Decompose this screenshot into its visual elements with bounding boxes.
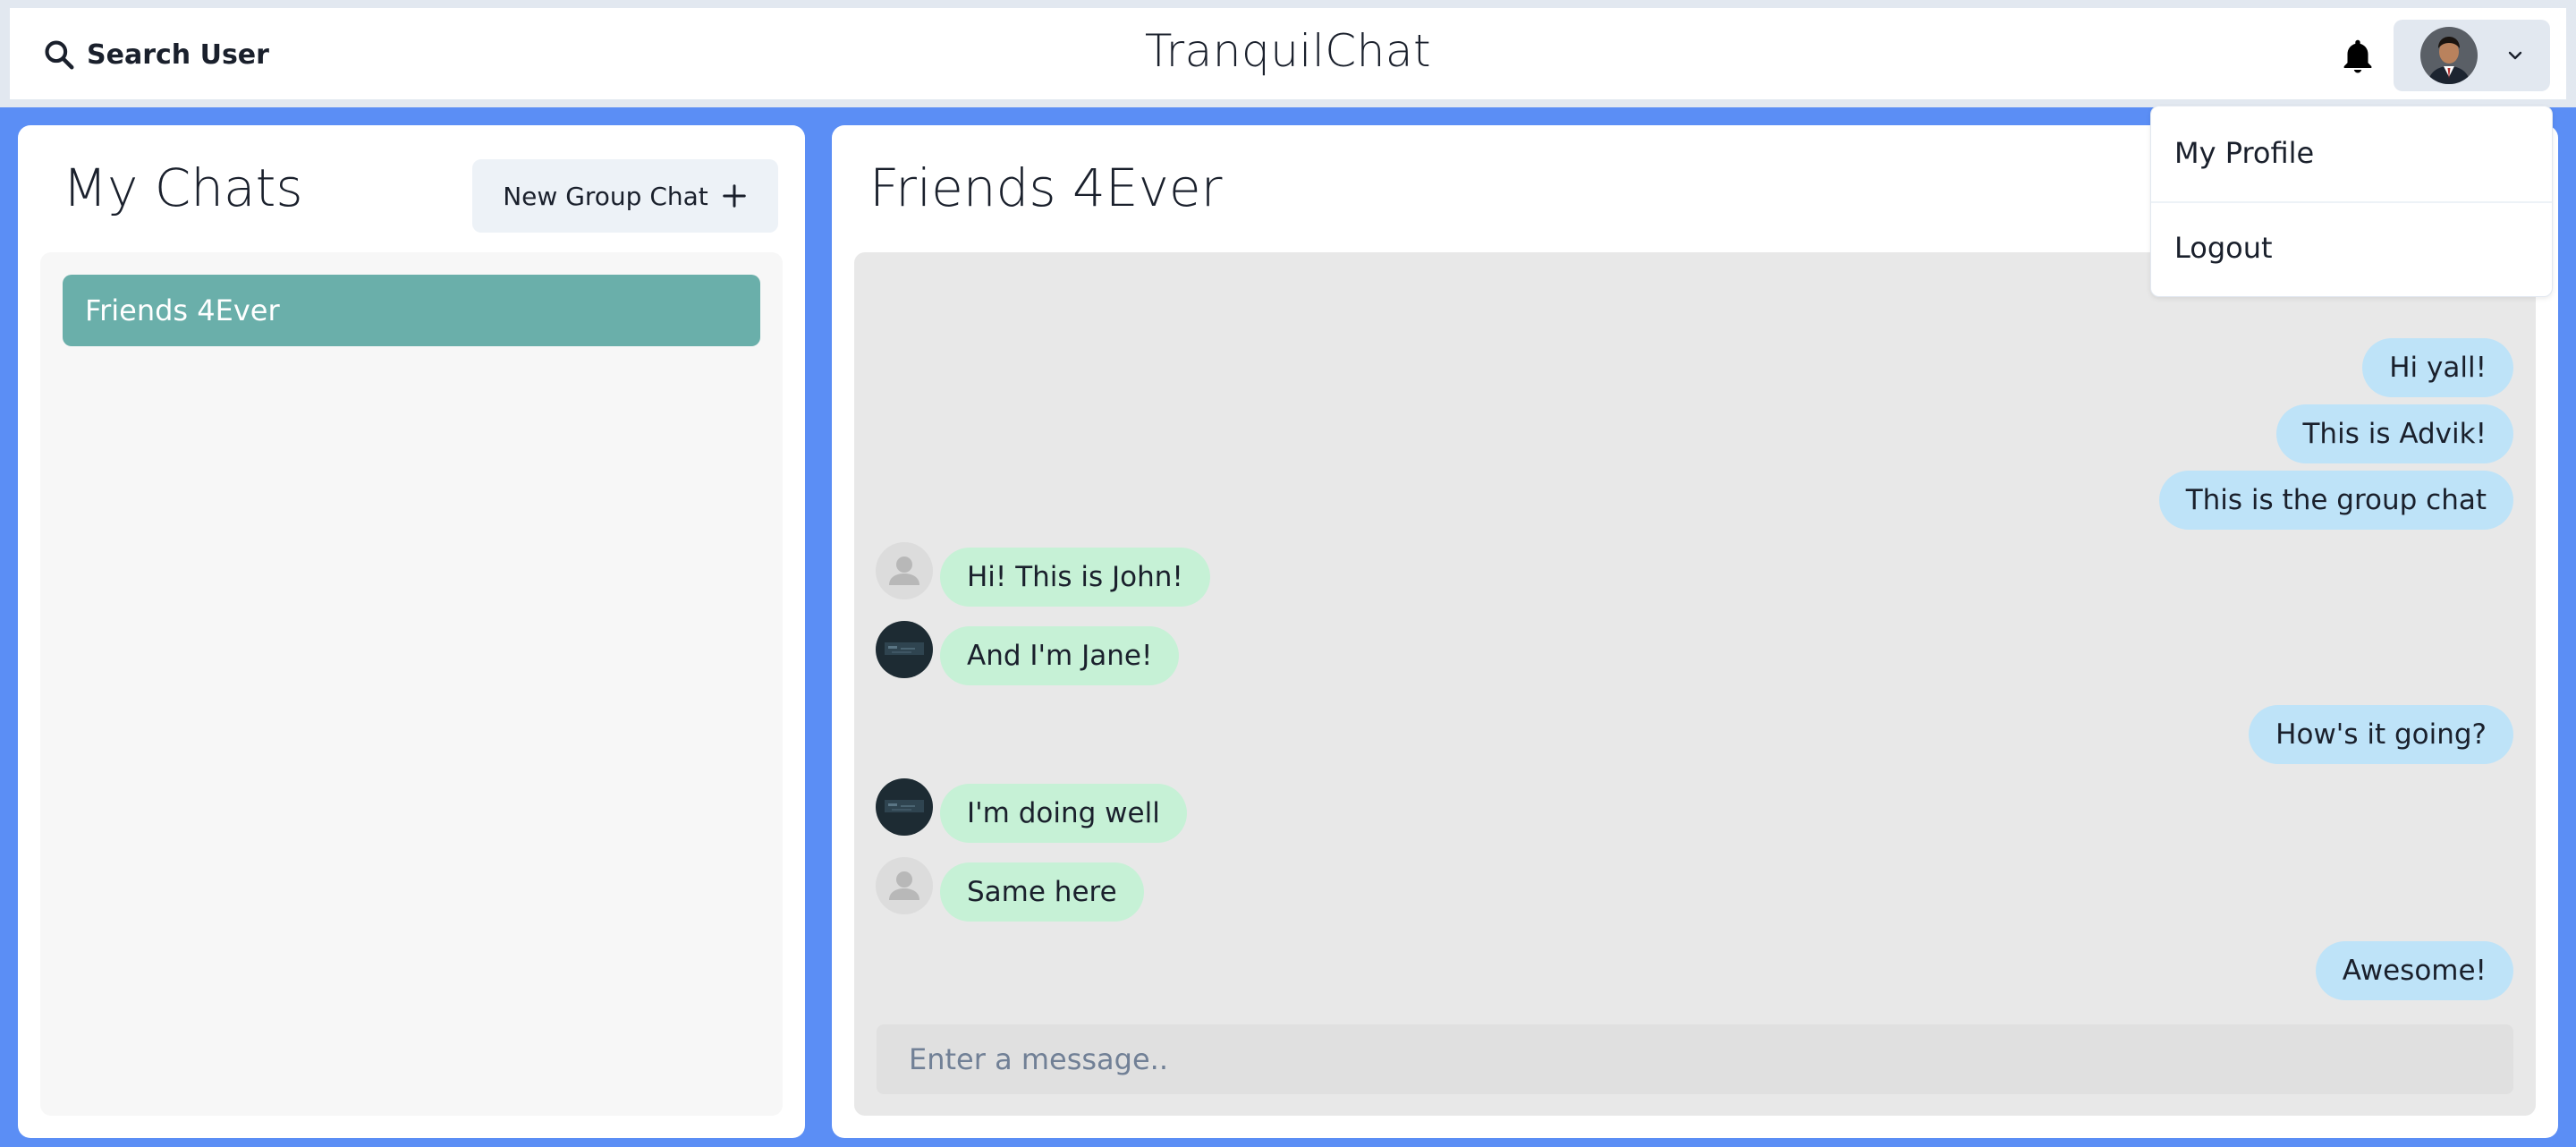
message-bubble-incoming: And I'm Jane!: [940, 626, 1180, 685]
new-group-chat-label: New Group Chat: [503, 181, 708, 211]
chat-list-item[interactable]: Friends 4Ever: [63, 275, 760, 346]
message-bubble-outgoing: How's it going?: [2249, 705, 2513, 764]
my-chats-title: My Chats: [63, 157, 303, 218]
message-bubble-outgoing: This is Advik!: [2275, 404, 2513, 463]
plus-icon: [721, 183, 748, 209]
message-input[interactable]: [877, 1024, 2513, 1094]
menu-item-logout[interactable]: Logout: [2151, 205, 2552, 291]
default-user-avatar[interactable]: [876, 857, 933, 914]
chat-title: Friends 4Ever: [869, 157, 1223, 218]
dark-photo-avatar[interactable]: [876, 778, 933, 836]
message-bubble-incoming: Hi! This is John!: [940, 548, 1210, 607]
app-title: TranquilChat: [1144, 25, 1432, 77]
messages-area: Hi yall! This is Advik! This is the grou…: [854, 252, 2536, 1116]
my-chats-panel: My Chats New Group Chat Friends 4Ever: [18, 125, 805, 1138]
message-bubble-outgoing: Hi yall!: [2362, 338, 2513, 397]
menu-item-my-profile[interactable]: My Profile: [2151, 110, 2552, 196]
new-group-chat-button[interactable]: New Group Chat: [472, 159, 778, 233]
message-bubble-outgoing: Awesome!: [2315, 941, 2513, 1000]
menu-divider: [2151, 201, 2552, 203]
default-user-avatar[interactable]: [876, 542, 933, 599]
avatar: [2420, 27, 2478, 84]
message-bubble-outgoing: This is the group chat: [2158, 471, 2513, 530]
message-bubble-incoming: Same here: [940, 862, 1144, 922]
chat-list: Friends 4Ever: [40, 252, 783, 1116]
profile-menu-button[interactable]: [2394, 20, 2550, 91]
message-bubble-incoming: I'm doing well: [940, 784, 1187, 843]
bell-icon[interactable]: [2337, 36, 2378, 77]
chevron-down-icon: [2504, 45, 2526, 66]
dark-photo-avatar[interactable]: [876, 621, 933, 678]
profile-dropdown-menu: My Profile Logout: [2150, 106, 2553, 297]
